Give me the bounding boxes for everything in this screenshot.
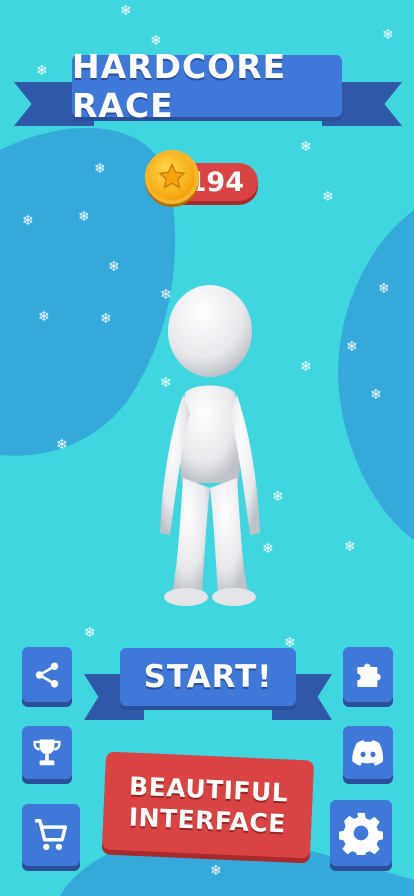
snowflake: ❄: [36, 63, 48, 79]
snowflake: ❄: [22, 213, 34, 229]
coin-star-icon: [145, 150, 199, 204]
snowflake: ❄: [56, 437, 68, 453]
snowflake: ❄: [94, 161, 106, 177]
snowflake: ❄: [378, 281, 390, 297]
snowflake: ❄: [120, 3, 132, 19]
snowflake: ❄: [150, 33, 162, 49]
start-button[interactable]: START!: [120, 648, 296, 706]
snowflake: ❄: [322, 189, 334, 205]
snowflake: ❄: [272, 489, 284, 505]
leaderboard-button[interactable]: [22, 726, 72, 779]
share-button[interactable]: [22, 647, 72, 702]
snowflake: ❄: [78, 209, 90, 225]
feature-line-2: INTERFACE: [128, 802, 287, 839]
snowflake: ❄: [100, 311, 112, 327]
snowflake: ❄: [84, 625, 96, 641]
snowflake: ❄: [382, 27, 394, 43]
feature-banner: BEAUTIFUL INTERFACE: [101, 751, 315, 859]
snowflake: ❄: [300, 359, 312, 375]
snowflake: ❄: [210, 863, 222, 879]
snowflake: ❄: [344, 539, 356, 555]
trophy-icon: [33, 738, 61, 765]
share-icon: [35, 662, 59, 687]
discord-icon: [352, 739, 384, 766]
shop-button[interactable]: [22, 804, 80, 866]
puzzle-icon: [357, 663, 381, 687]
snowflake: ❄: [370, 387, 382, 403]
cart-icon: [35, 819, 67, 851]
snowflake: ❄: [108, 259, 120, 275]
snowflake: ❄: [38, 309, 50, 325]
game-title: HARDCORE RACE: [72, 47, 342, 125]
gear-icon: [339, 812, 383, 855]
settings-button[interactable]: [330, 800, 392, 866]
character-avatar: [160, 285, 260, 606]
snowflake: ❄: [300, 139, 312, 155]
snowflake: ❄: [346, 339, 358, 355]
puzzle-button[interactable]: [343, 647, 393, 702]
discord-button[interactable]: [343, 726, 393, 779]
